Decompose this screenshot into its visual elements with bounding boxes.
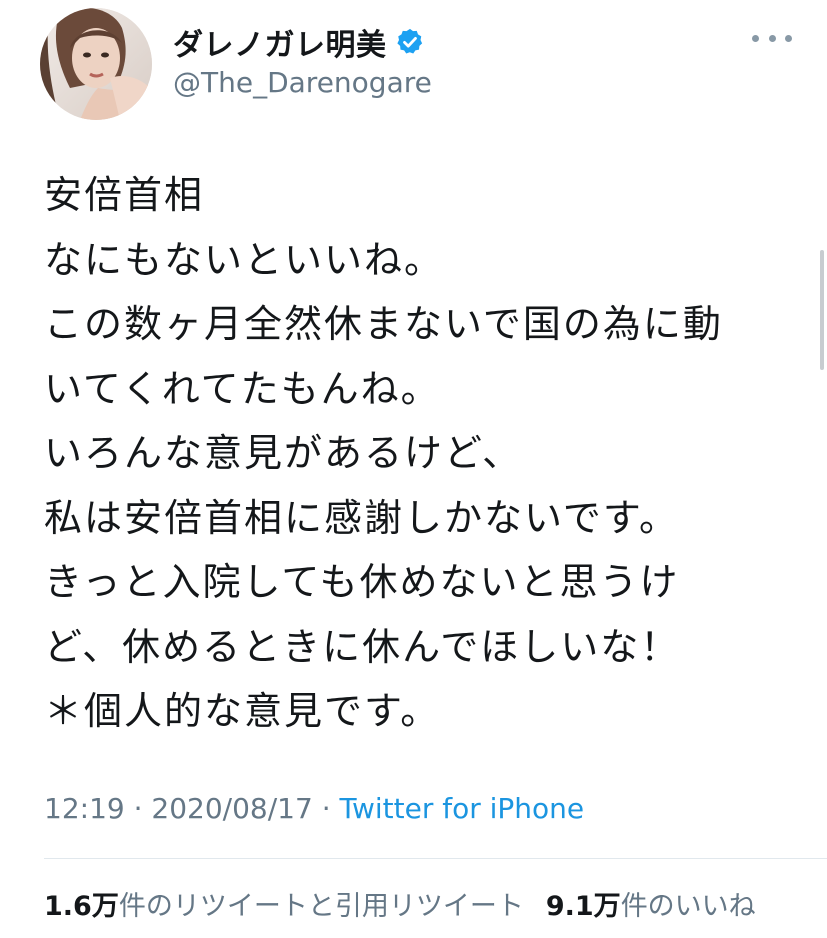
tweet-time[interactable]: 12:19 [44, 792, 125, 825]
verified-badge-icon [395, 27, 425, 57]
tweet-line: ＊個人的な意見です。 [44, 689, 441, 733]
tweet-line: ど、休めるときに休んでほしいな！ [44, 624, 681, 669]
retweets-count: 1.6万 [44, 891, 119, 922]
avatar[interactable] [40, 8, 152, 120]
tweet-line: この数ヶ月全然休まないで国の為に動 [44, 302, 723, 346]
tweet-date[interactable]: 2020/08/17 [151, 792, 312, 825]
tweet-source-link[interactable]: Twitter for iPhone [340, 792, 585, 825]
likes-count: 9.1万 [545, 891, 621, 922]
tweet-line: きっと入院しても休めないと思うけ [44, 560, 680, 604]
profile-photo [40, 8, 152, 120]
display-name-row: ダレノガレ明美 [173, 20, 425, 64]
tweet-text: 安倍首相 なにもないといいね。 この数ヶ月全然休まないで国の為に動 いてくれてた… [44, 163, 804, 744]
user-handle[interactable]: @The_Darenogare [173, 66, 432, 99]
tweet-line: 安倍首相 [44, 173, 205, 217]
more-horizontal-icon [785, 34, 792, 42]
scrollbar[interactable] [820, 250, 824, 370]
retweets-label: 件のリツイートと引用リツイート [118, 891, 524, 922]
more-horizontal-icon [768, 34, 776, 42]
tweet-line: いろんな意見があるけど、 [44, 431, 523, 475]
likes-stat[interactable]: 9.1万件のいいね [546, 891, 756, 922]
display-name[interactable]: ダレノガレ明美 [173, 20, 387, 64]
tweet-stats: 1.6万件のリツイートと引用リツイート 9.1万件のいいね [44, 884, 756, 923]
tweet-line: 私は安倍首相に感謝しかないです。 [44, 495, 680, 540]
meta-separator: · [124, 792, 152, 825]
likes-label: 件のいいね [620, 891, 756, 922]
meta-separator: · [312, 792, 340, 825]
tweet-meta: 12:19 · 2020/08/17 · Twitter for iPhone [44, 792, 584, 825]
more-options-button[interactable] [752, 26, 792, 50]
tweet-header: ダレノガレ明美 @The_Darenogare [0, 0, 827, 130]
tweet-line: なにもないといいね。 [44, 237, 445, 282]
more-horizontal-icon [752, 34, 759, 42]
tweet-line: いてくれてたもんね。 [44, 366, 441, 411]
divider [44, 858, 827, 859]
retweets-stat[interactable]: 1.6万件のリツイートと引用リツイート [44, 891, 524, 922]
